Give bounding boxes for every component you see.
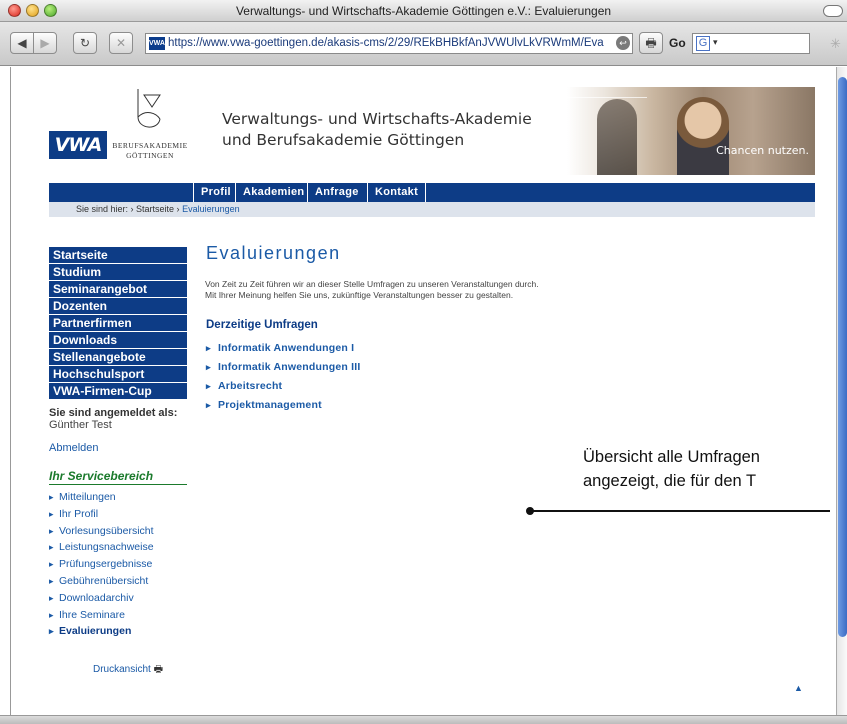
service-area-heading: Ihr Servicebereich: [49, 469, 187, 485]
address-bar[interactable]: VWA https://www.vwa-goettingen.de/akasis…: [145, 33, 633, 54]
window-bottom-edge: [0, 715, 847, 724]
service-item-evaluierungen[interactable]: Evaluierungen: [49, 623, 189, 640]
service-item-mitteilungen[interactable]: Mitteilungen: [49, 489, 189, 506]
annotation-line-2: angezeigt, die für den T: [583, 472, 757, 490]
window-title: Verwaltungs- und Wirtschafts-Akademie Gö…: [235, 4, 612, 18]
snapback-icon[interactable]: ↩: [616, 36, 630, 50]
sidebar-item-startseite[interactable]: Startseite: [49, 247, 187, 263]
header-banner-image: Chancen nutzen.: [567, 87, 815, 175]
forward-icon: ▶: [40, 36, 50, 50]
breadcrumb-prefix[interactable]: Sie sind hier: › Startseite ›: [76, 204, 180, 214]
organization-name-line1: Verwaltungs- und Wirtschafts-Akademie: [222, 110, 532, 128]
print-button[interactable]: 🖶: [639, 32, 663, 54]
nav-item-akademien[interactable]: Akademien: [235, 183, 311, 202]
service-item-vorlesungsuebersicht[interactable]: Vorlesungsübersicht: [49, 523, 189, 540]
service-item-gebuehrenuebersicht[interactable]: Gebührenübersicht: [49, 573, 189, 590]
logged-in-user-name: Günther Test: [49, 419, 112, 431]
banner-decor-line: [567, 97, 647, 98]
breadcrumb: Sie sind hier: › Startseite › Evaluierun…: [49, 202, 815, 217]
sidebar-item-studium[interactable]: Studium: [49, 264, 187, 280]
current-surveys-heading: Derzeitige Umfragen: [206, 319, 318, 331]
top-navigation: Profil Akademien Anfrage Kontakt: [49, 183, 815, 202]
annotation-callout: Übersicht alle Umfragen angezeigt, die f…: [583, 445, 760, 493]
breadcrumb-current: Evaluierungen: [182, 204, 240, 214]
sidebar-item-hochschulsport[interactable]: Hochschulsport: [49, 366, 187, 382]
back-button[interactable]: ◀: [10, 32, 34, 54]
ba-wordmark-line1: Berufsakademie: [112, 141, 188, 150]
forward-button[interactable]: ▶: [33, 32, 57, 54]
sidebar-item-downloads[interactable]: Downloads: [49, 332, 187, 348]
banner-person-left: [597, 99, 637, 175]
vwa-logo[interactable]: VWA: [49, 131, 107, 159]
intro-text: Von Zeit zu Zeit führen wir an dieser St…: [205, 279, 539, 301]
nav-item-profil[interactable]: Profil: [193, 183, 238, 202]
print-view-label: Druckansicht: [93, 664, 151, 675]
page-title: Evaluierungen: [206, 243, 341, 263]
survey-link[interactable]: Arbeitsrecht: [206, 377, 360, 396]
sidebar-item-vwa-firmen-cup[interactable]: VWA-Firmen-Cup: [49, 383, 187, 399]
organization-name: Verwaltungs- und Wirtschafts-Akademie un…: [222, 109, 532, 151]
service-item-ihr-profil[interactable]: Ihr Profil: [49, 506, 189, 523]
annotation-line-1: Übersicht alle Umfragen: [583, 448, 760, 466]
scrollbar-thumb[interactable]: [838, 77, 847, 637]
berufsakademie-logo-icon: [137, 89, 161, 128]
nav-item-anfrage[interactable]: Anfrage: [307, 183, 366, 202]
intro-line-2: Mit Ihrer Meinung helfen Sie uns, zukünf…: [205, 290, 514, 300]
chevron-down-icon[interactable]: ▾: [713, 37, 718, 48]
survey-link[interactable]: Informatik Anwendungen III: [206, 358, 360, 377]
reload-button[interactable]: ↻: [73, 32, 97, 54]
page-viewport: VWA Berufsakademie Göttingen Verwaltungs…: [10, 67, 836, 715]
berufsakademie-wordmark: Berufsakademie Göttingen: [111, 141, 189, 161]
service-item-leistungsnachweise[interactable]: Leistungsnachweise: [49, 539, 189, 556]
service-item-downloadarchiv[interactable]: Downloadarchiv: [49, 590, 189, 607]
vertical-scrollbar[interactable]: [836, 67, 847, 715]
print-icon: 🖶: [645, 36, 657, 50]
title-bar: Verwaltungs- und Wirtschafts-Akademie Gö…: [0, 0, 847, 22]
sidebar-item-dozenten[interactable]: Dozenten: [49, 298, 187, 314]
search-field[interactable]: G ▾: [692, 33, 810, 54]
survey-link[interactable]: Projektmanagement: [206, 396, 360, 415]
back-icon: ◀: [17, 36, 27, 50]
service-item-pruefungsergebnisse[interactable]: Prüfungsergebnisse: [49, 556, 189, 573]
sidebar-item-seminarangebot[interactable]: Seminarangebot: [49, 281, 187, 297]
stop-icon: ✕: [115, 36, 127, 50]
sidebar-item-partnerfirmen[interactable]: Partnerfirmen: [49, 315, 187, 331]
browser-toolbar: ◀ ▶ ↻ ✕ VWA https://www.vwa-goettingen.d…: [0, 22, 847, 66]
sidebar: Startseite Studium Seminarangebot Dozent…: [49, 247, 189, 640]
survey-link[interactable]: Informatik Anwendungen I: [206, 339, 360, 358]
service-area-list: Mitteilungen Ihr Profil Vorlesungsübersi…: [49, 489, 189, 640]
search-engine-icon[interactable]: G: [696, 36, 710, 51]
toolbar-toggle-button[interactable]: [823, 5, 843, 17]
nav-item-kontakt[interactable]: Kontakt: [367, 183, 427, 202]
stop-button[interactable]: ✕: [109, 32, 133, 54]
survey-list: Informatik Anwendungen I Informatik Anwe…: [206, 339, 360, 415]
address-bar-url: https://www.vwa-goettingen.de/akasis-cms…: [168, 37, 604, 49]
ba-wordmark-line2: Göttingen: [126, 151, 174, 160]
service-item-ihre-seminare[interactable]: Ihre Seminare: [49, 607, 189, 624]
banner-tagline: Chancen nutzen.: [716, 144, 809, 157]
site-favicon-icon: VWA: [149, 37, 165, 50]
annotation-leader-line: [530, 510, 830, 512]
banner-person-right: [677, 97, 729, 175]
logged-in-label: Sie sind angemeldet als:: [49, 407, 178, 419]
sidebar-item-stellenangebote[interactable]: Stellenangebote: [49, 349, 187, 365]
annotation-dot: [526, 507, 534, 515]
go-button[interactable]: Go: [669, 36, 686, 50]
progress-spinner-icon: ✳: [830, 36, 841, 51]
logout-link[interactable]: Abmelden: [49, 442, 189, 454]
reload-icon: ↻: [79, 36, 91, 50]
print-view-link[interactable]: Druckansicht 🖶: [93, 662, 163, 679]
scroll-to-top-icon[interactable]: ▲: [794, 683, 803, 693]
printer-icon: 🖶: [153, 664, 164, 675]
intro-line-1: Von Zeit zu Zeit führen wir an dieser St…: [205, 279, 539, 289]
organization-name-line2: und Berufsakademie Göttingen: [222, 131, 465, 149]
